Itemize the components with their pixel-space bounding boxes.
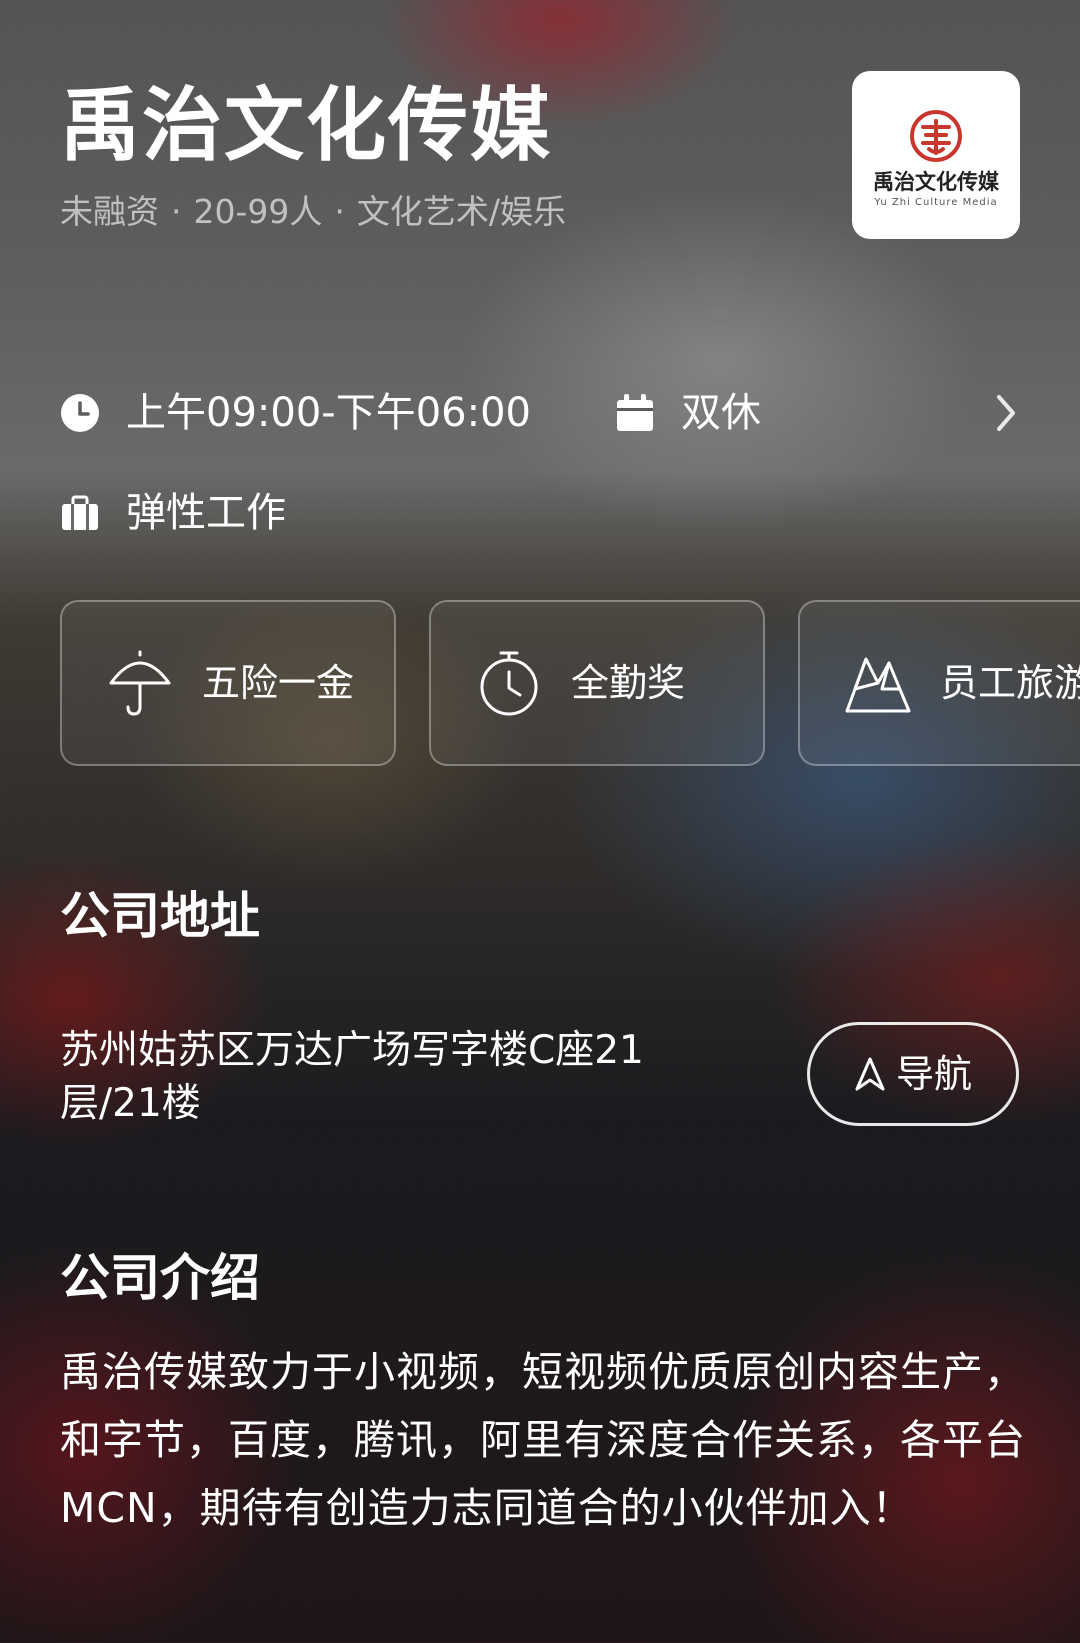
intro-section-title: 公司介绍 — [60, 1249, 260, 1307]
address-section-title: 公司地址 — [60, 887, 260, 945]
chevron-right-icon[interactable] — [995, 393, 1017, 433]
benefit-card-attendance[interactable]: 全勤奖 — [429, 600, 765, 766]
company-address: 苏州姑苏区万达广场写字楼C座21层/21楼 — [60, 1028, 644, 1126]
navigate-button[interactable]: 导航 — [807, 1022, 1019, 1126]
work-style: 弹性工作 — [60, 489, 286, 537]
umbrella-icon — [109, 650, 171, 716]
logo-text-en: Yu Zhi Culture Media — [874, 197, 998, 208]
company-intro: 禹治传媒致力于小视频，短视频优质原创内容生产，和字节，百度，腾讯，阿里有深度合作… — [60, 1348, 1026, 1532]
clock-icon — [61, 394, 99, 432]
benefit-label: 员工旅游 — [940, 661, 1080, 705]
calendar-icon — [617, 394, 653, 431]
logo-text-cn: 禹治文化传媒 — [873, 169, 999, 194]
benefit-card-insurance[interactable]: 五险一金 — [60, 600, 396, 766]
company-size: 20-99人 — [193, 192, 323, 231]
meta-separator: · — [334, 192, 345, 231]
company-name: 禹治文化传媒 — [60, 79, 552, 172]
stopwatch-icon — [480, 651, 538, 716]
company-logo[interactable]: 禹治文化传媒 Yu Zhi Culture Media — [852, 71, 1020, 239]
mountain-icon — [845, 657, 911, 713]
company-industry: 文化艺术/娱乐 — [356, 192, 567, 231]
work-style-label: 弹性工作 — [126, 490, 286, 536]
briefcase-icon — [62, 495, 98, 530]
benefit-card-travel[interactable]: 员工旅游 — [798, 600, 1080, 766]
navigation-arrow-icon — [855, 1057, 885, 1091]
rest-days: 双休 — [615, 389, 761, 437]
benefit-label: 五险一金 — [202, 661, 355, 705]
work-hours: 上午09:00-下午06:00 — [60, 389, 531, 437]
funding-stage: 未融资 — [60, 192, 159, 231]
benefit-label: 全勤奖 — [571, 661, 686, 705]
work-hours-label: 上午09:00-下午06:00 — [126, 390, 531, 436]
navigate-button-label: 导航 — [895, 1052, 972, 1096]
meta-separator: · — [171, 192, 182, 231]
rest-days-label: 双休 — [681, 390, 761, 436]
company-meta: 未融资 · 20-99人 · 文化艺术/娱乐 — [60, 190, 566, 234]
yuzhi-seal-logo-icon — [910, 110, 962, 162]
